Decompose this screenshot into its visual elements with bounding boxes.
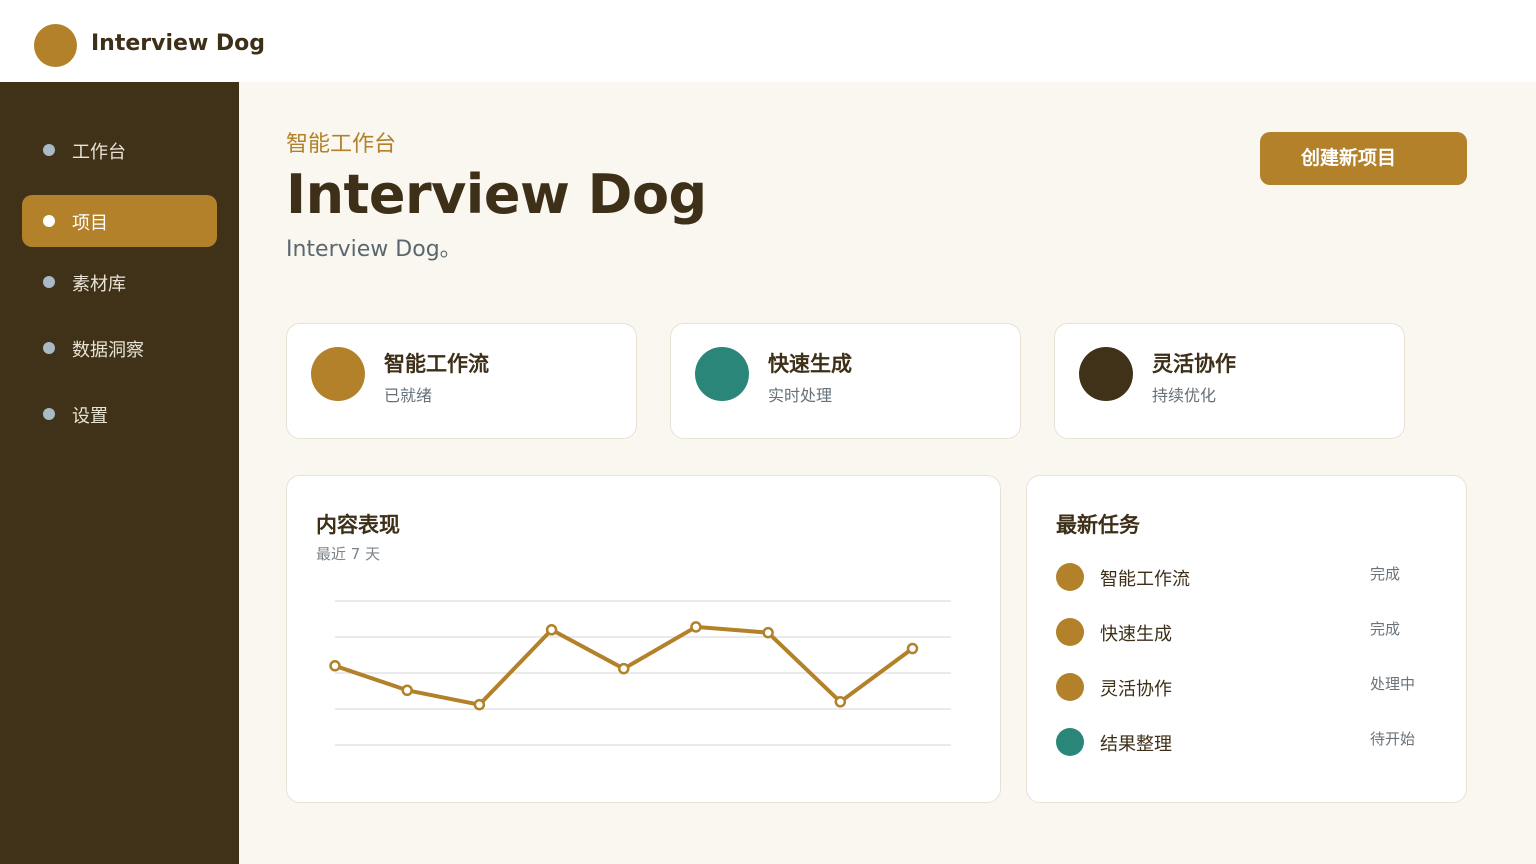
tasks-title: 最新任务 xyxy=(1056,513,1140,537)
app-brand: Interview Dog xyxy=(91,31,266,56)
top-bar: Interview Dog xyxy=(0,0,1536,82)
task-label: 结果整理 xyxy=(1100,734,1172,755)
create-project-button[interactable]: 创建新项目 xyxy=(1260,132,1467,185)
stat-title: 智能工作流 xyxy=(384,352,489,376)
stat-card-workflow[interactable]: 智能工作流 已就绪 xyxy=(286,323,637,439)
stat-subtitle: 持续优化 xyxy=(1152,386,1217,405)
task-row[interactable]: 灵活协作 处理中 xyxy=(1056,671,1436,701)
stat-title: 快速生成 xyxy=(768,352,852,376)
performance-line-chart xyxy=(329,600,951,746)
chart-point[interactable] xyxy=(762,626,774,639)
nav-dot-icon xyxy=(43,215,55,227)
task-status-dot-icon xyxy=(1056,728,1084,756)
page-eyebrow: 智能工作台 xyxy=(286,132,397,157)
task-label: 灵活协作 xyxy=(1100,679,1172,700)
nav-dot-icon xyxy=(43,276,55,288)
stat-subtitle: 已就绪 xyxy=(384,386,433,405)
task-status-dot-icon xyxy=(1056,673,1084,701)
performance-panel: 内容表现 最近 7 天 xyxy=(286,475,1001,803)
chart-point[interactable] xyxy=(329,660,341,672)
stat-card-generation[interactable]: 快速生成 实时处理 xyxy=(670,323,1021,439)
sidebar-item-label: 工作台 xyxy=(72,142,126,163)
task-label: 智能工作流 xyxy=(1100,569,1190,590)
logo-icon xyxy=(34,24,77,67)
task-status-dot-icon xyxy=(1056,618,1084,646)
stat-circle-icon xyxy=(311,347,365,401)
stat-title: 灵活协作 xyxy=(1152,352,1236,376)
task-label: 快速生成 xyxy=(1100,624,1172,645)
tasks-panel: 最新任务 智能工作流 完成 快速生成 完成 灵活协作 处理中 结果整理 待开始 xyxy=(1026,475,1467,803)
task-status: 完成 xyxy=(1370,565,1401,583)
sidebar-item-label: 素材库 xyxy=(72,274,126,295)
sidebar-item-settings[interactable]: 设置 xyxy=(22,388,217,440)
nav-dot-icon xyxy=(43,408,55,420)
task-status: 完成 xyxy=(1370,620,1401,638)
sidebar-item-projects[interactable]: 项目 xyxy=(22,195,217,247)
stat-circle-icon xyxy=(695,347,749,401)
nav-dot-icon xyxy=(43,342,55,354)
sidebar-item-library[interactable]: 素材库 xyxy=(22,256,217,308)
sidebar-item-label: 数据洞察 xyxy=(72,340,144,361)
page-subtitle: Interview Dog。 xyxy=(286,237,462,262)
chart-point[interactable] xyxy=(618,662,630,675)
chart-point[interactable] xyxy=(545,624,558,636)
nav-dot-icon xyxy=(43,144,55,156)
stat-card-collaboration[interactable]: 灵活协作 持续优化 xyxy=(1054,323,1405,439)
chart-point[interactable] xyxy=(690,621,702,633)
stat-subtitle: 实时处理 xyxy=(768,386,833,405)
sidebar-item-label: 设置 xyxy=(72,406,108,427)
chart-point[interactable] xyxy=(473,698,486,711)
page-title: Interview Dog xyxy=(286,163,707,226)
sidebar: 工作台 项目 素材库 数据洞察 设置 xyxy=(0,82,239,864)
task-row[interactable]: 智能工作流 完成 xyxy=(1056,561,1436,591)
chart-point[interactable] xyxy=(834,696,847,708)
chart-point[interactable] xyxy=(401,684,413,697)
stat-circle-icon xyxy=(1079,347,1133,401)
sidebar-item-insights[interactable]: 数据洞察 xyxy=(22,322,217,374)
task-status: 待开始 xyxy=(1370,730,1416,748)
task-status-dot-icon xyxy=(1056,563,1084,591)
chart-point[interactable] xyxy=(906,642,919,655)
task-status: 处理中 xyxy=(1370,675,1416,693)
sidebar-item-workbench[interactable]: 工作台 xyxy=(22,124,217,176)
sidebar-item-label: 项目 xyxy=(72,213,108,234)
task-row[interactable]: 结果整理 待开始 xyxy=(1056,726,1436,756)
task-row[interactable]: 快速生成 完成 xyxy=(1056,616,1436,646)
